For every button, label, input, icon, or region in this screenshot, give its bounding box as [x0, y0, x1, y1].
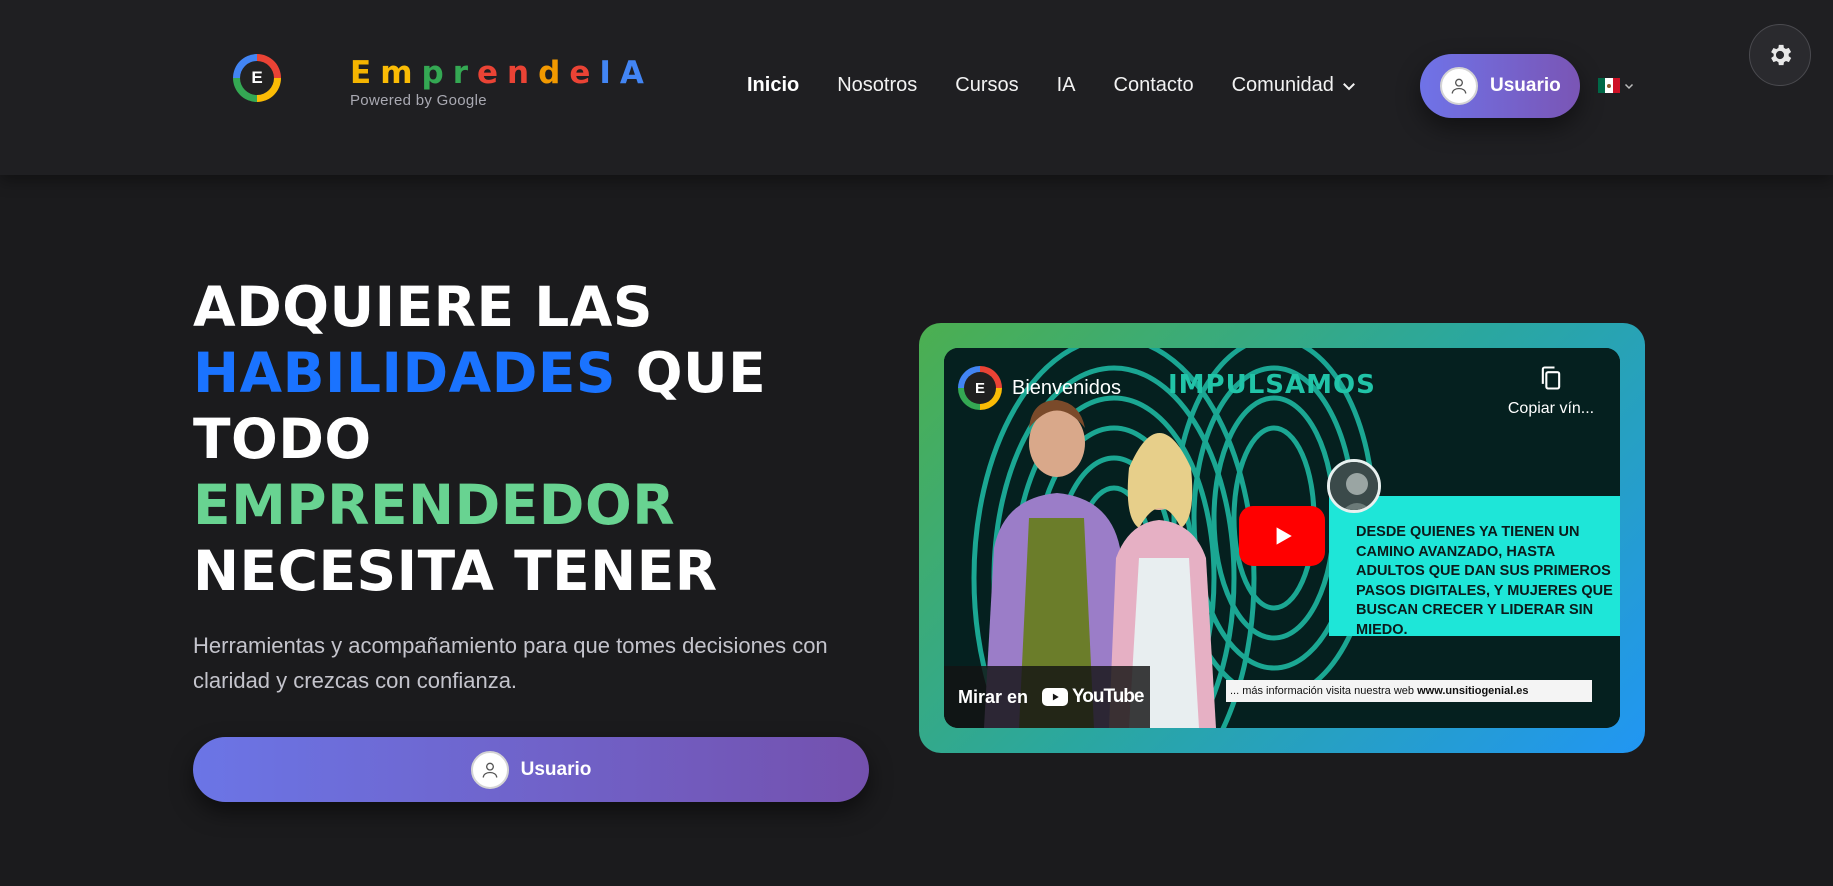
cta-label: Usuario [520, 758, 592, 780]
nav-item-ia[interactable]: IA [1057, 74, 1076, 97]
brand-letter: p [421, 55, 453, 91]
logo-letter: E [240, 61, 274, 95]
brand[interactable]: EmprendeIA Powered by Google [350, 58, 653, 110]
chevron-down-icon [1342, 82, 1355, 90]
main-nav: Inicio Nosotros Cursos IA Contacto Comunidad [747, 74, 1396, 97]
site-header: E EmprendeIA Powered by Google Inicio Nos… [0, 0, 1833, 175]
nav-item-contacto[interactable]: Contacto [1114, 74, 1194, 97]
nav-item-label: IA [1056, 74, 1076, 96]
hero-title-segment: EMPRENDEDOR [193, 473, 676, 537]
user-button[interactable]: Usuario [1420, 54, 1580, 118]
user-icon [470, 750, 509, 789]
brand-letter: E [350, 55, 381, 91]
youtube-label: YouTube [1072, 686, 1144, 707]
channel-logo-letter: E [964, 372, 996, 404]
mexico-flag-icon [1598, 78, 1620, 93]
user-icon [1440, 67, 1478, 105]
brand-letter: r [452, 55, 477, 91]
hero-title-segment: HABILIDADES [193, 341, 617, 405]
avatar [1327, 459, 1381, 513]
hero-title-segment: ADQUIERE LAS [193, 275, 653, 339]
nav-item-cursos[interactable]: Cursos [955, 74, 1018, 97]
brand-letter: A [619, 55, 653, 91]
brand-letter: n [507, 55, 539, 91]
video-headline: IMPULSAMOS [1168, 370, 1376, 400]
play-button[interactable] [1239, 506, 1325, 566]
play-icon [1276, 527, 1292, 545]
brand-tagline: Powered by Google [350, 92, 487, 109]
ticker-url: www.unsitiogenial.es [1417, 685, 1529, 697]
logo-icon[interactable]: E [233, 54, 281, 102]
theme-toggle-button[interactable] [1749, 24, 1811, 86]
brand-letter: m [380, 55, 422, 91]
hero-title-segment: NECESITA TENER [193, 539, 718, 603]
watch-on-label: Mirar en [958, 686, 1029, 707]
copy-icon [1541, 366, 1561, 390]
nav-item-nosotros[interactable]: Nosotros [837, 74, 917, 97]
brand-name: EmprendeIA [350, 58, 653, 89]
brand-letter: e [477, 55, 508, 91]
youtube-logo-icon: YouTube [1042, 686, 1144, 708]
ticker-text: ... más información visita nuestra web [1230, 685, 1415, 697]
nav-item-label: Comunidad [1231, 74, 1334, 96]
hero-title-segment: TODO [193, 407, 372, 471]
hero-title: ADQUIERE LAS HABILIDADES QUE TODO EMPRENDED… [193, 274, 893, 604]
copy-link-button[interactable]: Copiar vín... [1491, 364, 1611, 418]
nav-item-label: Nosotros [837, 74, 918, 96]
nav-item-label: Inicio [747, 74, 800, 96]
chevron-down-icon [1624, 83, 1634, 89]
hero-title-line: ADQUIERE LAS [193, 274, 893, 340]
hero-title-line: NECESITA TENER [193, 538, 893, 604]
hero-title-line: TODO [193, 406, 893, 472]
nav-item-comunidad[interactable]: Comunidad [1232, 74, 1358, 97]
user-button-label: Usuario [1490, 75, 1561, 96]
nav-item-inicio[interactable]: Inicio [747, 74, 799, 97]
video-channel[interactable]: E Bienvenidos [958, 366, 1121, 410]
hero-title-segment: QUE [616, 341, 767, 405]
hero-title-line: HABILIDADES QUE [193, 340, 893, 406]
nav-item-label: Contacto [1113, 74, 1194, 96]
hero-title-line: EMPRENDEDOR [193, 472, 893, 538]
video-player[interactable]: DESDE QUIENES YA TIENEN UN CAMINO AVANZA… [944, 348, 1620, 728]
cta-user-button[interactable]: Usuario [193, 737, 869, 802]
language-selector[interactable] [1598, 78, 1635, 93]
gear-icon [1771, 44, 1792, 66]
brand-letter: e [569, 55, 600, 91]
brand-letter: I [599, 55, 620, 91]
video-title[interactable]: Bienvenidos [1012, 377, 1121, 400]
brand-letter: d [538, 55, 570, 91]
video-panel-text: DESDE QUIENES YA TIENEN UN CAMINO AVANZA… [1356, 524, 1613, 638]
nav-item-label: Cursos [955, 74, 1019, 96]
copy-link-label: Copiar vín... [1507, 400, 1595, 417]
channel-logo-icon: E [958, 366, 1002, 410]
video-ticker: ... más información visita nuestra web w… [1226, 680, 1592, 702]
hero-subtitle: Herramientas y acompañamiento para que t… [193, 633, 828, 693]
watch-on-youtube-button[interactable]: Mirar en YouTube [944, 666, 1150, 728]
